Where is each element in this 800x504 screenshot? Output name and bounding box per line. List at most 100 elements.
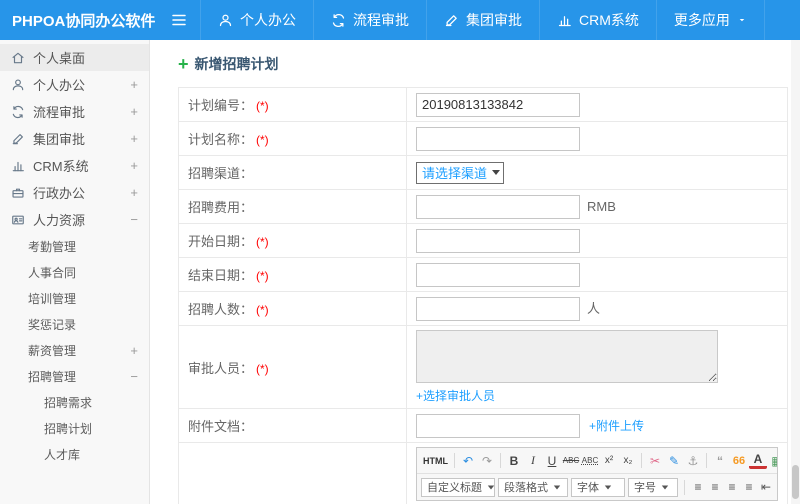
nav-group-approval[interactable]: 集团审批 xyxy=(426,0,539,40)
form-row-end-date: 结束日期： (*) xyxy=(178,257,788,292)
sidebar-item-label: 人事合同 xyxy=(28,265,77,280)
end-date-input[interactable] xyxy=(416,262,580,287)
sidebar-item-label: CRM系统 xyxy=(33,159,89,174)
channel-select[interactable]: 请选择渠道 xyxy=(416,161,505,184)
attachment-input[interactable] xyxy=(416,413,580,438)
blockquote-icon[interactable]: 66 xyxy=(730,451,748,470)
sidebar-item-attendance[interactable]: 考勤管理 xyxy=(0,233,149,259)
person-icon xyxy=(218,13,233,28)
field-label-cell: 开始日期： (*) xyxy=(178,223,407,258)
paragraph-format-value: 段落格式 xyxy=(504,482,548,494)
field-label: 计划名称： xyxy=(188,132,254,147)
heading-select[interactable]: 自定义标题 xyxy=(421,477,495,497)
form-row-approvers: 审批人员： (*) +选择审批人员 xyxy=(178,325,788,409)
rich-text-editor: HTML ↶ ↷ B I U ABC ABC x² x₂ ✂ ✎ ⚓ “ 66 … xyxy=(416,447,778,501)
required-marker: (*) xyxy=(256,269,269,283)
expand-toggle[interactable]: − xyxy=(130,369,138,384)
italic-icon[interactable]: I xyxy=(524,451,542,470)
sidebar-item-label: 个人桌面 xyxy=(33,51,86,66)
start-date-input[interactable] xyxy=(416,228,580,253)
headcount-suffix: 人 xyxy=(587,301,601,316)
expand-toggle[interactable]: + xyxy=(130,158,138,173)
approvers-textarea[interactable] xyxy=(416,330,718,383)
font-color-icon[interactable]: A xyxy=(749,453,767,469)
sidebar-item-hr-contract[interactable]: 人事合同 xyxy=(0,259,149,285)
form-row-channel: 招聘渠道： 请选择渠道 xyxy=(178,155,788,190)
table-icon[interactable]: ▦ xyxy=(768,451,777,470)
bold-icon[interactable]: B xyxy=(505,451,523,470)
expand-toggle[interactable]: + xyxy=(130,104,138,119)
field-label-cell: 计划名称： (*) xyxy=(178,121,407,156)
cost-input[interactable] xyxy=(416,194,580,219)
sidebar-item-group-approval[interactable]: 集团审批 + xyxy=(0,125,149,152)
spellcheck-icon[interactable]: ABC xyxy=(581,451,599,470)
plan-number-input[interactable] xyxy=(416,92,580,117)
paragraph-format-select[interactable]: 段落格式 xyxy=(498,477,568,497)
superscript-icon[interactable]: x² xyxy=(600,451,618,470)
anchor-icon[interactable]: ⚓ xyxy=(684,451,702,470)
align-left-icon[interactable]: ≡ xyxy=(691,478,705,497)
sidebar-item-recruit-plan[interactable]: 招聘计划 xyxy=(0,415,149,441)
nav-personal-office[interactable]: 个人办公 xyxy=(200,0,313,40)
hamburger-menu-icon[interactable] xyxy=(158,0,200,40)
person-icon xyxy=(11,78,25,92)
expand-toggle[interactable]: + xyxy=(130,185,138,200)
html-source-button[interactable]: HTML xyxy=(421,451,450,470)
align-right-icon[interactable]: ≡ xyxy=(725,478,739,497)
field-label-cell: 招聘费用： xyxy=(178,189,407,224)
headcount-input[interactable] xyxy=(416,296,580,321)
scrollbar-thumb[interactable] xyxy=(792,465,799,499)
sidebar-item-workflow-approval[interactable]: 流程审批 + xyxy=(0,98,149,125)
align-justify-icon[interactable]: ≡ xyxy=(742,478,756,497)
align-center-icon[interactable]: ≡ xyxy=(708,478,722,497)
expand-toggle[interactable]: + xyxy=(130,343,138,358)
sidebar-item-talent-pool[interactable]: 人才库 xyxy=(0,441,149,467)
editor-toolbar-row1: HTML ↶ ↷ B I U ABC ABC x² x₂ ✂ ✎ ⚓ “ 66 … xyxy=(417,448,777,474)
sidebar-item-label: 考勤管理 xyxy=(28,239,77,254)
sidebar-item-training[interactable]: 培训管理 xyxy=(0,285,149,311)
cut-icon[interactable]: ✂ xyxy=(646,451,664,470)
caret-down-icon xyxy=(737,15,747,25)
attachment-upload-link[interactable]: +附件上传 xyxy=(589,419,644,433)
nav-label: CRM系统 xyxy=(579,12,639,28)
font-family-select[interactable]: 字体 xyxy=(571,477,625,497)
currency-suffix: RMB xyxy=(587,199,616,214)
sidebar-item-salary[interactable]: 薪资管理 + xyxy=(0,337,149,363)
sidebar-item-personal-desktop[interactable]: 个人桌面 xyxy=(0,44,149,71)
font-family-value: 字体 xyxy=(577,482,599,494)
edit-approval-icon xyxy=(444,13,459,28)
sidebar-item-label: 行政办公 xyxy=(33,186,86,201)
sidebar-item-recruit-demand[interactable]: 招聘需求 xyxy=(0,389,149,415)
nav-crm-system[interactable]: CRM系统 xyxy=(539,0,656,40)
format-painter-icon[interactable]: ✎ xyxy=(665,451,683,470)
subscript-icon[interactable]: x₂ xyxy=(619,451,637,470)
indent-icon[interactable]: ⇥ xyxy=(776,478,777,497)
sidebar-item-recruitment[interactable]: 招聘管理 − xyxy=(0,363,149,389)
redo-icon[interactable]: ↷ xyxy=(478,451,496,470)
vertical-scrollbar[interactable] xyxy=(791,40,800,504)
font-size-select[interactable]: 字号 xyxy=(628,477,678,497)
nav-workflow-approval[interactable]: 流程审批 xyxy=(313,0,426,40)
quote-icon[interactable]: “ xyxy=(711,451,729,470)
strikethrough-icon[interactable]: ABC xyxy=(562,451,580,470)
sidebar-item-rewards[interactable]: 奖惩记录 xyxy=(0,311,149,337)
heading-select-value: 自定义标题 xyxy=(427,482,482,494)
undo-icon[interactable]: ↶ xyxy=(459,451,477,470)
expand-toggle[interactable]: − xyxy=(130,212,138,227)
sidebar-item-label: 招聘需求 xyxy=(44,395,93,410)
nav-more-apps[interactable]: 更多应用 xyxy=(655,0,765,40)
sidebar-item-human-resources[interactable]: 人力资源 − xyxy=(0,206,149,233)
sidebar-item-crm-system[interactable]: CRM系统 + xyxy=(0,152,149,179)
plan-name-input[interactable] xyxy=(416,126,580,151)
form-row-start-date: 开始日期： (*) xyxy=(178,223,788,258)
outdent-icon[interactable]: ⇤ xyxy=(759,478,773,497)
sidebar-item-label: 招聘计划 xyxy=(44,421,93,436)
sidebar-item-admin-office[interactable]: 行政办公 + xyxy=(0,179,149,206)
expand-toggle[interactable]: + xyxy=(130,131,138,146)
expand-toggle[interactable]: + xyxy=(130,77,138,92)
select-approvers-link[interactable]: +选择审批人员 xyxy=(416,389,495,403)
underline-icon[interactable]: U xyxy=(543,451,561,470)
editor-toolbar-row2: 自定义标题 段落格式 字体 字号 ≡ ≡ ≡ ≡ ⇤ xyxy=(417,474,777,500)
sidebar-item-personal-office[interactable]: 个人办公 + xyxy=(0,71,149,98)
field-label: 招聘人数： xyxy=(188,302,254,317)
